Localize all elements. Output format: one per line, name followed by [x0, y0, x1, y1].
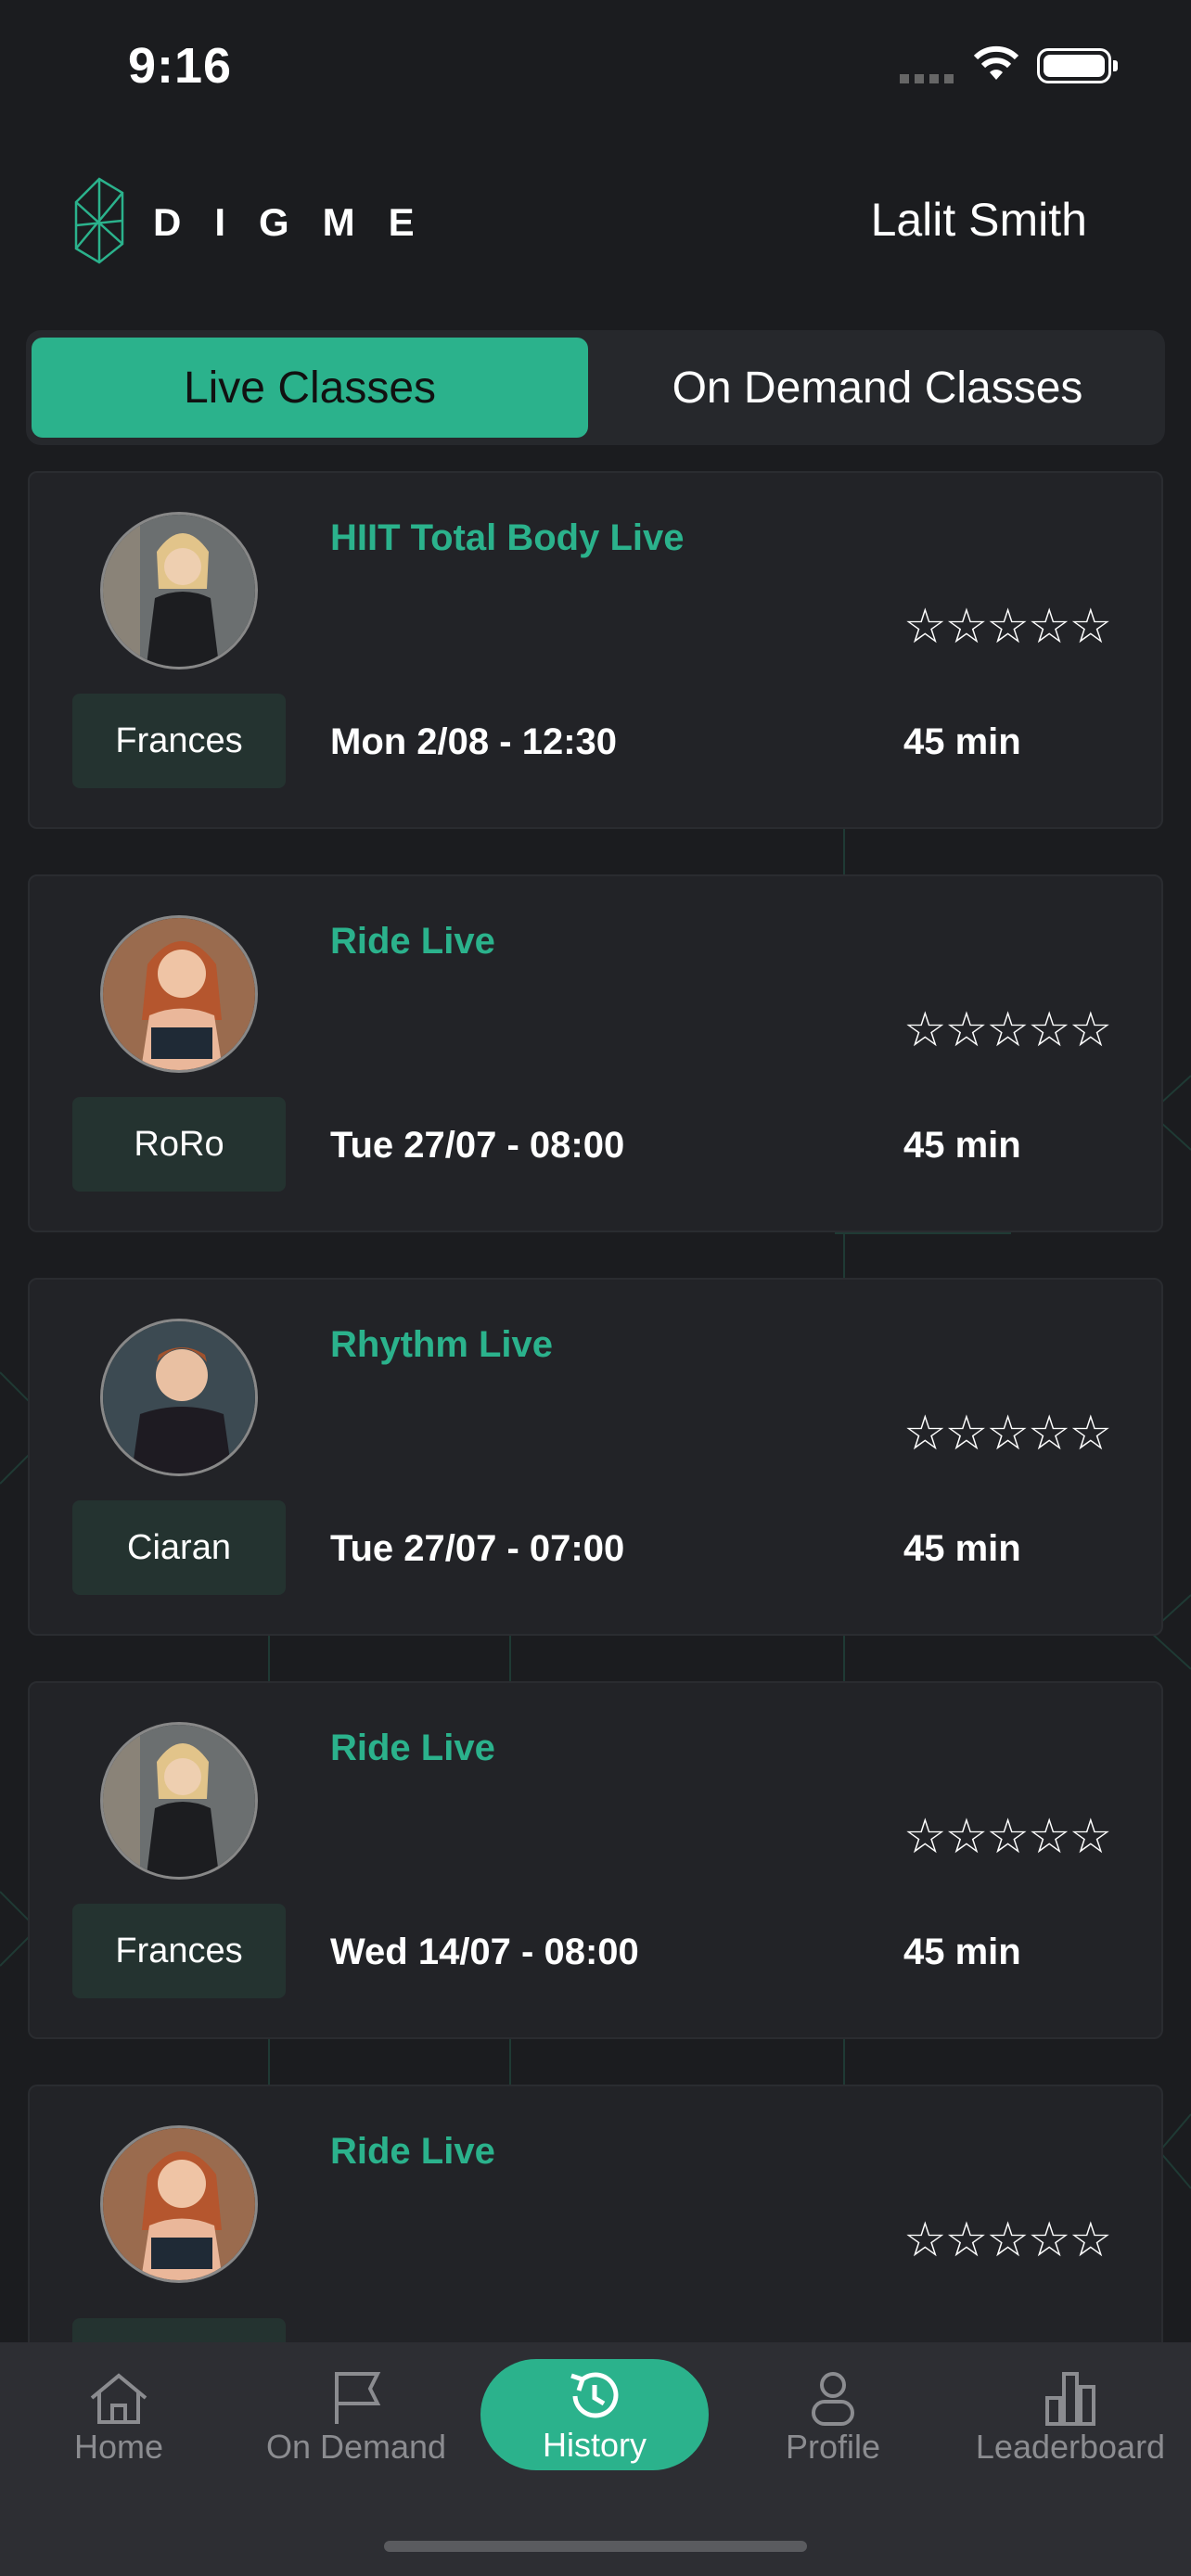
logo-text: DIGME — [153, 200, 448, 244]
rating-stars[interactable]: ☆☆☆☆☆ — [903, 1813, 1112, 1861]
class-card[interactable]: Ciaran Rhythm Live ☆☆☆☆☆ Tue 27/07 - 07:… — [28, 1278, 1163, 1636]
class-datetime: Tue 27/07 - 08:00 — [330, 1125, 625, 1166]
instructor-avatar — [100, 1722, 258, 1880]
class-card[interactable]: Frances HIIT Total Body Live ☆☆☆☆☆ Mon 2… — [28, 471, 1163, 829]
class-duration: 45 min — [903, 1528, 1021, 1569]
class-title: Ride Live — [330, 2131, 495, 2172]
tab-label: On Demand — [265, 2428, 447, 2466]
tab-on-demand[interactable]: On Demand — [254, 2361, 458, 2481]
rating-stars[interactable]: ☆☆☆☆☆ — [903, 1006, 1112, 1054]
rating-stars[interactable]: ☆☆☆☆☆ — [903, 2216, 1112, 2264]
rating-stars[interactable]: ☆☆☆☆☆ — [903, 603, 1112, 651]
tab-home[interactable]: Home — [17, 2361, 221, 2481]
class-datetime: Mon 2/08 - 12:30 — [330, 721, 618, 762]
tab-on-demand-classes[interactable]: On Demand Classes — [596, 338, 1159, 438]
status-bar: 9:16 — [0, 0, 1191, 130]
instructor-name: RoRo — [72, 1097, 286, 1192]
instructor-name: Ciaran — [72, 1500, 286, 1595]
flag-icon — [335, 2372, 381, 2424]
instructor-name: Frances — [72, 694, 286, 788]
instructor-avatar — [100, 2125, 258, 2283]
instructor-avatar — [100, 512, 258, 670]
tab-label: Profile — [785, 2428, 881, 2466]
instructor-name — [72, 2318, 286, 2342]
class-card[interactable]: Ride Live ☆☆☆☆☆ — [28, 2085, 1163, 2342]
class-duration: 45 min — [903, 1125, 1021, 1166]
instructor-name: Frances — [72, 1904, 286, 1998]
instructor-avatar — [100, 915, 258, 1073]
signal-icon — [900, 74, 954, 83]
status-time: 9:16 — [128, 38, 233, 94]
tab-live-classes[interactable]: Live Classes — [32, 338, 588, 438]
tab-label: Leaderboard — [975, 2428, 1166, 2466]
tab-label: Home — [73, 2428, 164, 2466]
rating-stars[interactable]: ☆☆☆☆☆ — [903, 1409, 1112, 1458]
class-title: Rhythm Live — [330, 1324, 554, 1365]
digme-logo-icon — [74, 177, 124, 264]
class-card[interactable]: Frances Ride Live ☆☆☆☆☆ Wed 14/07 - 08:0… — [28, 1681, 1163, 2039]
battery-icon — [1037, 48, 1118, 83]
profile-icon — [812, 2372, 854, 2426]
history-icon — [570, 2372, 619, 2418]
class-title: Ride Live — [330, 1728, 495, 1768]
class-datetime: Tue 27/07 - 07:00 — [330, 1528, 625, 1569]
class-duration: 45 min — [903, 1932, 1021, 1972]
class-type-segment: Live Classes On Demand Classes — [26, 330, 1165, 445]
class-title: Ride Live — [330, 921, 495, 962]
class-card[interactable]: RoRo Ride Live ☆☆☆☆☆ Tue 27/07 - 08:00 4… — [28, 874, 1163, 1232]
class-datetime: Wed 14/07 - 08:00 — [330, 1932, 639, 1972]
home-indicator[interactable] — [384, 2541, 807, 2552]
wifi-icon — [973, 45, 1019, 80]
leaderboard-icon — [1045, 2372, 1095, 2426]
tab-label: History — [542, 2426, 647, 2464]
user-name[interactable]: Lalit Smith — [871, 193, 1087, 247]
class-title: HIIT Total Body Live — [330, 517, 685, 558]
tab-profile[interactable]: Profile — [731, 2361, 935, 2481]
instructor-avatar — [100, 1319, 258, 1476]
class-duration: 45 min — [903, 721, 1021, 762]
tab-history[interactable]: History — [480, 2359, 709, 2470]
app-header: DIGME Lalit Smith — [0, 167, 1191, 278]
tab-leaderboard[interactable]: Leaderboard — [968, 2361, 1172, 2481]
home-icon — [90, 2373, 147, 2424]
